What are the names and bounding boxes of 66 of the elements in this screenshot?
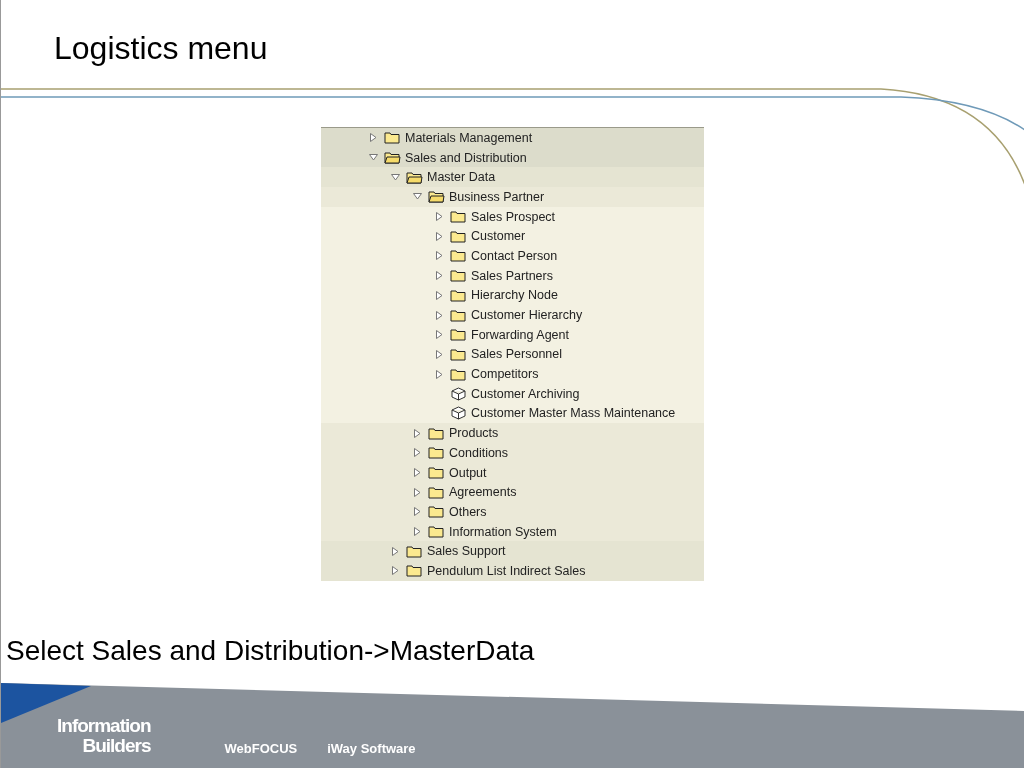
folder-icon (428, 485, 445, 499)
product-name: WebFOCUS (224, 741, 298, 756)
expand-arrow-icon[interactable] (435, 290, 444, 300)
expand-arrow-icon[interactable] (391, 566, 400, 576)
expand-arrow-icon[interactable] (391, 546, 400, 556)
folder-icon (450, 288, 467, 302)
folder-icon (450, 367, 467, 381)
expand-arrow-icon[interactable] (435, 310, 444, 320)
expand-arrow-icon[interactable] (435, 212, 444, 222)
collapse-arrow-icon[interactable] (369, 153, 378, 163)
collapse-arrow-icon[interactable] (391, 172, 400, 182)
expand-arrow-icon[interactable] (413, 487, 422, 497)
folder-icon (450, 308, 467, 322)
tree-item[interactable]: Others (449, 504, 487, 519)
expand-arrow-icon[interactable] (413, 428, 422, 438)
slide-title: Logistics menu (53, 29, 269, 68)
folder-icon (406, 564, 423, 578)
folder-icon (450, 229, 467, 243)
folder-icon (450, 249, 467, 263)
tree-item[interactable]: Agreements (449, 485, 517, 500)
expand-arrow-icon[interactable] (435, 349, 444, 359)
tree-item[interactable]: Contact Person (471, 248, 558, 263)
cube-icon (450, 406, 467, 421)
logo-text: Information (57, 716, 151, 736)
tree-item[interactable]: Products (449, 426, 499, 441)
open-folder-icon (384, 151, 401, 165)
expand-arrow-icon[interactable] (413, 448, 422, 458)
folder-icon (406, 544, 423, 558)
expand-arrow-icon[interactable] (413, 468, 422, 478)
expand-arrow-icon[interactable] (369, 133, 378, 143)
collapse-arrow-icon[interactable] (413, 192, 422, 202)
folder-icon (450, 210, 467, 224)
folder-icon (428, 426, 445, 440)
tree-item[interactable]: Business Partner (449, 189, 545, 204)
tree-item[interactable]: Sales Prospect (471, 209, 556, 224)
tree-item[interactable]: Hierarchy Node (471, 288, 558, 303)
expand-arrow-icon[interactable] (435, 251, 444, 261)
expand-arrow-icon[interactable] (435, 271, 444, 281)
tree-item[interactable]: Output (449, 465, 487, 480)
folder-icon (450, 328, 467, 342)
open-folder-icon (428, 190, 445, 204)
tree-item[interactable]: Competitors (471, 367, 539, 382)
expand-arrow-icon[interactable] (413, 527, 422, 537)
cube-icon (450, 386, 467, 401)
tree-item[interactable]: Forwarding Agent (471, 327, 569, 342)
product-name: iWay Software (327, 741, 416, 756)
folder-icon (428, 446, 445, 460)
folder-icon (384, 131, 401, 145)
folder-icon (450, 347, 467, 361)
open-folder-icon (406, 170, 423, 184)
tree-item[interactable]: Sales Personnel (471, 347, 563, 362)
expand-arrow-icon[interactable] (435, 330, 444, 340)
expand-arrow-icon[interactable] (413, 507, 422, 517)
folder-icon (428, 466, 445, 480)
tree-item[interactable]: Sales Support (427, 544, 506, 559)
tree-item[interactable]: Customer (471, 229, 526, 244)
logo-text: Builders (82, 736, 151, 756)
expand-arrow-icon[interactable] (435, 369, 444, 379)
folder-icon (450, 269, 467, 283)
tree-item[interactable]: Conditions (449, 445, 509, 460)
tree-item[interactable]: Master Data (427, 170, 496, 185)
slide-caption: Select Sales and Distribution->MasterData (5, 634, 536, 667)
tree-item[interactable]: Sales Partners (471, 268, 553, 283)
folder-icon (428, 505, 445, 519)
expand-arrow-icon[interactable] (435, 231, 444, 241)
folder-icon (428, 525, 445, 539)
